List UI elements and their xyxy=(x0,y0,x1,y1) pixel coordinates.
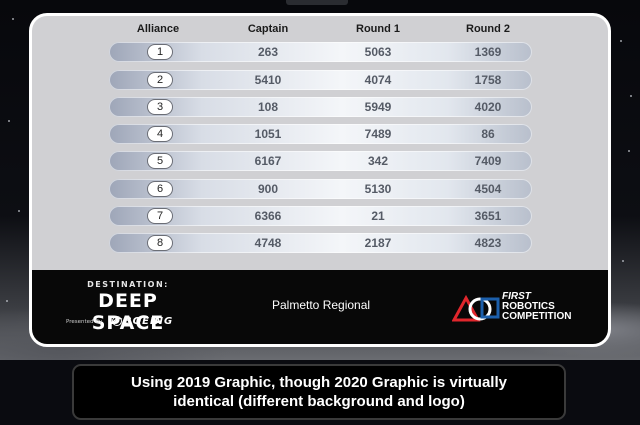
first-wordmark: FIRST ROBOTICS COMPETITION xyxy=(502,292,602,322)
round2-cell: 86 xyxy=(481,127,495,141)
alliance-number-badge: 8 xyxy=(147,235,173,251)
alliance-number-badge: 4 xyxy=(147,126,173,142)
logo-deep-space-text: DEEP SPACE xyxy=(91,290,165,334)
table-row: 7 6366 21 3651 xyxy=(109,206,532,226)
table-row: 5 6167 342 7409 xyxy=(109,151,532,171)
round2-cell: 7409 xyxy=(474,154,502,168)
round2-cell: 4020 xyxy=(474,100,502,114)
boeing-logo-icon xyxy=(111,316,123,326)
table-row: 4 1051 7489 86 xyxy=(109,124,532,144)
event-name: Palmetto Regional xyxy=(272,298,371,312)
round2-cell: 1758 xyxy=(474,73,502,87)
alliance-number-badge: 6 xyxy=(147,181,173,197)
alliance-selection-panel: Alliance Captain Round 1 Round 2 1 263 5… xyxy=(29,13,611,347)
table-row: 3 108 5949 4020 xyxy=(109,97,532,117)
round1-cell: 5949 xyxy=(364,100,392,114)
header-round1: Round 1 xyxy=(356,23,400,35)
first-line3: COMPETITION xyxy=(502,311,572,322)
top-handle xyxy=(286,0,348,5)
round1-cell: 7489 xyxy=(364,127,392,141)
round2-cell: 3651 xyxy=(474,209,502,223)
table-row: 1 263 5063 1369 xyxy=(109,42,532,62)
captain-cell: 108 xyxy=(257,100,279,114)
round1-cell: 342 xyxy=(367,154,389,168)
first-logo-icon xyxy=(452,294,500,322)
sponsor-name: BOEING xyxy=(124,316,174,327)
header-round2: Round 2 xyxy=(466,23,510,35)
round2-cell: 4823 xyxy=(474,236,502,250)
captain-cell: 900 xyxy=(257,182,279,196)
table-row: 8 4748 2187 4823 xyxy=(109,233,532,253)
captain-cell: 263 xyxy=(257,45,279,59)
captain-cell: 1051 xyxy=(254,127,282,141)
event-footer: DESTINATION: DEEP SPACE Presented By BOE… xyxy=(32,270,608,344)
round2-cell: 4504 xyxy=(474,182,502,196)
captain-cell: 5410 xyxy=(254,73,282,87)
caption-line1: Using 2019 Graphic, though 2020 Graphic … xyxy=(131,374,507,391)
table-row: 6 900 5130 4504 xyxy=(109,179,532,199)
round1-cell: 2187 xyxy=(364,236,392,250)
captain-cell: 4748 xyxy=(254,236,282,250)
alliance-number-badge: 5 xyxy=(147,153,173,169)
logo-destination-text: DESTINATION: xyxy=(87,280,169,289)
header-captain: Captain xyxy=(247,23,289,35)
captain-cell: 6167 xyxy=(254,154,282,168)
caption-box: Using 2019 Graphic, though 2020 Graphic … xyxy=(72,364,566,420)
round2-cell: 1369 xyxy=(474,45,502,59)
captain-cell: 6366 xyxy=(254,209,282,223)
caption-line2: identical (different background and logo… xyxy=(173,393,465,410)
alliance-number-badge: 2 xyxy=(147,72,173,88)
alliance-table: Alliance Captain Round 1 Round 2 1 263 5… xyxy=(32,16,608,270)
round1-cell: 5063 xyxy=(364,45,392,59)
table-header: Alliance Captain Round 1 Round 2 xyxy=(32,23,608,41)
header-alliance: Alliance xyxy=(136,23,180,35)
table-row: 2 5410 4074 1758 xyxy=(109,70,532,90)
alliance-number-badge: 1 xyxy=(147,44,173,60)
first-robotics-logo: FIRST ROBOTICS COMPETITION xyxy=(452,292,592,332)
alliance-number-badge: 7 xyxy=(147,208,173,224)
deep-space-logo: DESTINATION: DEEP SPACE Presented By BOE… xyxy=(62,278,202,338)
presented-by-text: Presented By xyxy=(66,319,103,325)
round1-cell: 4074 xyxy=(364,73,392,87)
alliance-number-badge: 3 xyxy=(147,99,173,115)
round1-cell: 21 xyxy=(371,209,385,223)
round1-cell: 5130 xyxy=(364,182,392,196)
